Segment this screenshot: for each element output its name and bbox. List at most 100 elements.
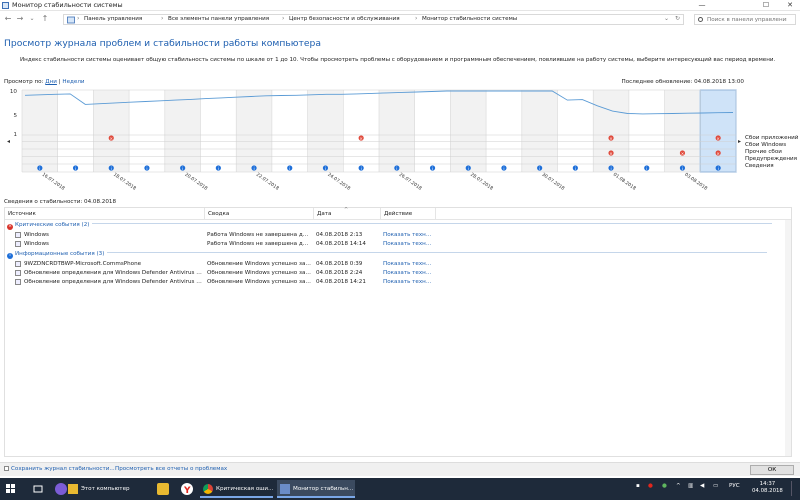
error-marker-glyph: × bbox=[681, 151, 685, 156]
back-arrow-icon[interactable]: ← bbox=[3, 14, 13, 24]
table-row[interactable]: Обновление определения для Windows Defen… bbox=[5, 278, 435, 287]
taskbar: Этот компьютер Y Критическая оши... Мони… bbox=[0, 478, 800, 500]
column-summary[interactable]: Сводка bbox=[208, 211, 229, 217]
breadcrumb-control-panel[interactable]: Панель управления bbox=[84, 16, 142, 22]
volume-icon[interactable]: ◀ bbox=[700, 483, 704, 489]
window-icon bbox=[15, 279, 21, 285]
search-box[interactable] bbox=[694, 14, 796, 25]
cell-date: 04.08.2018 14:14 bbox=[316, 241, 366, 247]
day-column bbox=[271, 90, 308, 172]
control-panel-icon bbox=[67, 16, 75, 24]
day-column bbox=[379, 90, 415, 172]
show-technical-details-link[interactable]: Показать технич... bbox=[383, 270, 435, 276]
yandex-browser-icon[interactable]: Y bbox=[181, 483, 193, 496]
reliability-chart[interactable]: 10 5 1 × × × × × × × i i i i i i i i i i i i i i i i i i i i 16.07.201… bbox=[0, 86, 800, 198]
view-by: Просмотр по: Дни | Недели bbox=[4, 79, 85, 85]
save-history-link[interactable]: Сохранить журнал стабильности... bbox=[4, 466, 115, 472]
view-all-reports-link[interactable]: Просмотреть все отчеты о проблемах bbox=[115, 466, 227, 472]
taskbar-app-label: Критическая оши... bbox=[216, 486, 274, 492]
folder-icon bbox=[68, 484, 78, 494]
network-icon[interactable]: ▥ bbox=[688, 483, 693, 489]
cell-source: 9WZDNCRDTBWP-Microsoft.CommsPhone bbox=[24, 261, 142, 267]
sort-arrow-icon: ^ bbox=[344, 207, 349, 213]
show-technical-details-link[interactable]: Показать технич... bbox=[383, 261, 435, 267]
task-view-icon[interactable] bbox=[32, 483, 44, 495]
table-row[interactable]: Обновление определения для Windows Defen… bbox=[5, 269, 435, 278]
close-button[interactable]: ✕ bbox=[776, 0, 800, 11]
battery-icon[interactable]: ▭ bbox=[713, 483, 718, 489]
cell-date: 04.08.2018 2:24 bbox=[316, 270, 363, 276]
details-label: Сведения о стабильности: 04.08.2018 bbox=[4, 199, 117, 205]
svg-text:Y: Y bbox=[183, 486, 191, 495]
group-info-title: Информационные события (3) bbox=[15, 251, 105, 257]
taskbar-app-browser[interactable]: Критическая оши... bbox=[200, 480, 273, 498]
refresh-icon[interactable]: ↻ bbox=[675, 15, 680, 22]
column-source[interactable]: Источник bbox=[8, 211, 36, 217]
view-weeks-link[interactable]: Недели bbox=[62, 79, 84, 85]
x-tick-label: 18.07.2018 bbox=[112, 172, 137, 192]
view-days-link[interactable]: Дни bbox=[45, 79, 57, 85]
table-row[interactable]: Windows Работа Windows не завершена долж… bbox=[5, 240, 435, 249]
cell-source: Обновление определения для Windows Defen… bbox=[24, 270, 202, 276]
table-row[interactable]: Windows Работа Windows не завершена долж… bbox=[5, 231, 435, 240]
chart-scroll-left-icon[interactable]: ◂ bbox=[7, 138, 10, 145]
taskbar-app-explorer[interactable]: Этот компьютер bbox=[65, 480, 137, 498]
table-header: Источник Сводка ^ Дата Действие bbox=[5, 207, 791, 220]
file-explorer-icon[interactable] bbox=[157, 483, 169, 495]
group-informational[interactable]: i Информационные события (3) bbox=[7, 251, 768, 259]
error-marker-glyph: × bbox=[109, 136, 113, 141]
ok-button[interactable]: ОК bbox=[750, 465, 794, 475]
forward-arrow-icon[interactable]: → bbox=[15, 14, 25, 24]
info-marker-glyph: i bbox=[432, 166, 433, 171]
show-technical-details-link[interactable]: Показать технич... bbox=[383, 279, 435, 285]
info-marker-glyph: i bbox=[468, 166, 469, 171]
x-tick-label: 03.08.2018 bbox=[683, 172, 708, 192]
table-scrollbar[interactable] bbox=[785, 220, 791, 456]
table-row[interactable]: 9WZDNCRDTBWP-Microsoft.CommsPhone Обновл… bbox=[5, 260, 435, 269]
address-bar[interactable]: › Панель управления › Все элементы панел… bbox=[63, 14, 684, 25]
row-label-other-failures: Прочие сбои bbox=[745, 149, 782, 155]
y-tick-label: 10 bbox=[10, 89, 18, 95]
day-column bbox=[22, 90, 58, 172]
windows-start-icon[interactable] bbox=[6, 484, 16, 494]
language-indicator[interactable]: РУС bbox=[729, 483, 740, 489]
page-title: Просмотр журнала проблем и стабильности … bbox=[4, 38, 321, 49]
group-critical[interactable]: × Критические события (2) bbox=[7, 222, 773, 230]
yandex-tray-icon[interactable]: ● bbox=[648, 483, 653, 489]
info-marker-glyph: i bbox=[75, 166, 76, 171]
breadcrumb-reliability-monitor[interactable]: Монитор стабильности системы bbox=[422, 16, 517, 22]
column-action[interactable]: Действие bbox=[384, 211, 412, 217]
cell-summary: Работа Windows не завершена долж... bbox=[207, 232, 311, 238]
show-desktop-button[interactable] bbox=[791, 481, 797, 496]
chart-scroll-right-icon[interactable]: ▸ bbox=[738, 138, 741, 145]
breadcrumb-security-center[interactable]: Центр безопасности и обслуживания bbox=[289, 16, 400, 22]
row-label-windows-failures: Сбои Windows bbox=[745, 142, 787, 148]
breadcrumb-separator-icon: › bbox=[282, 15, 285, 22]
recent-dropdown-icon[interactable]: ⌄ bbox=[27, 14, 37, 24]
x-tick-label: 24.07.2018 bbox=[326, 172, 351, 192]
show-hidden-icons-icon[interactable]: ^ bbox=[676, 483, 681, 489]
error-marker-glyph: × bbox=[609, 151, 613, 156]
show-technical-details-link[interactable]: Показать технич... bbox=[383, 241, 435, 247]
minimize-button[interactable]: — bbox=[688, 0, 716, 11]
clock-date: 04.08.2018 bbox=[752, 488, 783, 494]
search-input[interactable] bbox=[695, 15, 787, 25]
tray-icon[interactable]: ▪ bbox=[636, 483, 640, 489]
breadcrumb-all-items[interactable]: Все элементы панели управления bbox=[168, 16, 269, 22]
taskbar-app-reliability-monitor[interactable]: Монитор стабильн... bbox=[277, 480, 355, 498]
column-date[interactable]: Дата bbox=[317, 211, 331, 217]
monitor-icon bbox=[280, 484, 290, 494]
error-icon: × bbox=[7, 224, 13, 230]
row-label-warnings: Предупреждения bbox=[745, 156, 798, 162]
day-column bbox=[664, 90, 701, 172]
clock[interactable]: 14:37 04.08.2018 bbox=[752, 481, 783, 495]
up-arrow-icon[interactable]: ↑ bbox=[40, 14, 50, 24]
info-marker-glyph: i bbox=[218, 166, 219, 171]
cell-summary: Работа Windows не завершена долж... bbox=[207, 241, 311, 247]
show-technical-details-link[interactable]: Показать технич... bbox=[383, 232, 435, 238]
tray-app-icon[interactable]: ● bbox=[662, 483, 667, 489]
day-column bbox=[200, 90, 237, 172]
info-marker-glyph: i bbox=[539, 166, 540, 171]
address-dropdown-icon[interactable]: ⌄ bbox=[664, 15, 669, 22]
error-marker-glyph: × bbox=[359, 136, 363, 141]
